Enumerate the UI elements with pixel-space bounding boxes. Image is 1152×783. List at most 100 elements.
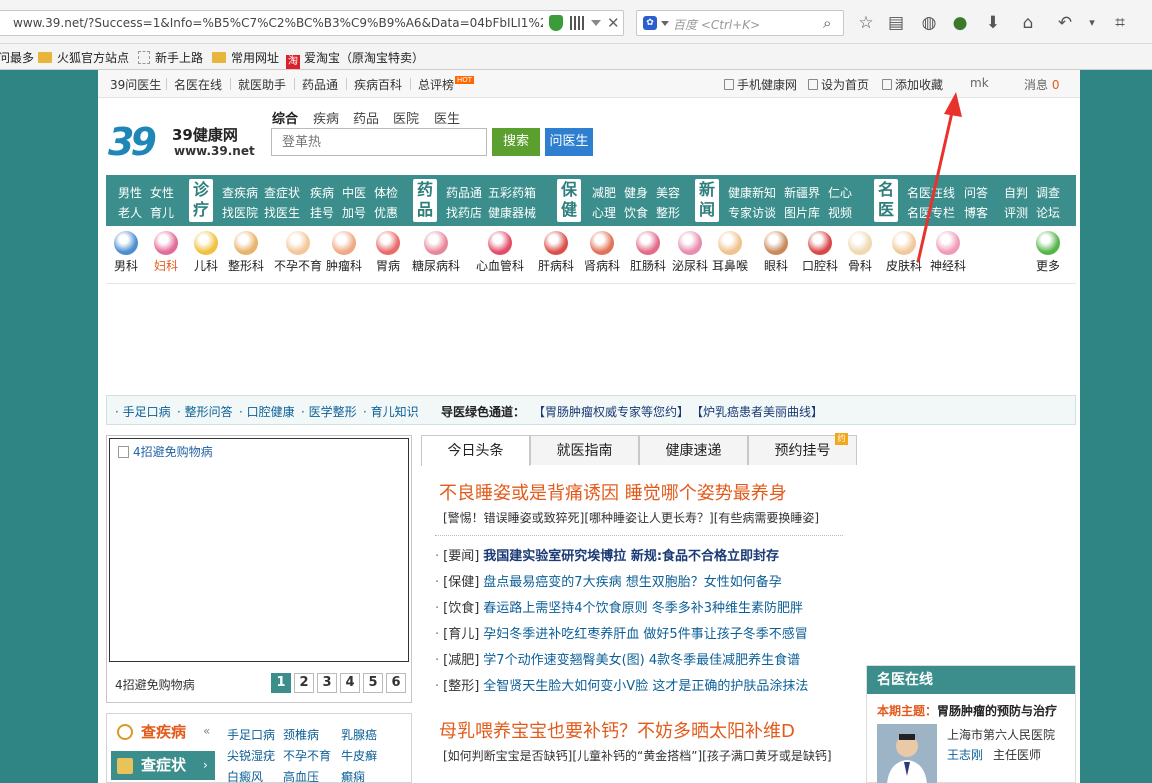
lookup-link[interactable]: 颈椎病 bbox=[283, 726, 319, 743]
browser-search-box[interactable]: ✿ 百度 <Ctrl+K> ⌕ bbox=[636, 10, 844, 36]
site-search-field[interactable] bbox=[271, 128, 487, 156]
set-homepage-link[interactable]: 设为首页 bbox=[808, 76, 869, 93]
news-item[interactable]: · [保健] 盘点最易癌变的7大疾病 想生双胞胎？女性如何备孕 bbox=[435, 571, 782, 590]
cat-link[interactable]: 调查 bbox=[1036, 184, 1060, 201]
department-6[interactable]: 肿瘤科 bbox=[324, 228, 364, 274]
featured-image[interactable]: 4招避免购物病 bbox=[109, 438, 409, 662]
featured-image-alt[interactable]: 4招避免购物病 bbox=[118, 443, 213, 460]
cat-link[interactable]: 健康新知 bbox=[728, 184, 776, 201]
department-3[interactable]: 儿科 bbox=[186, 228, 226, 274]
search-button[interactable]: 搜索 bbox=[492, 128, 540, 156]
cat-link[interactable]: 视频 bbox=[828, 204, 852, 221]
department-13[interactable]: 泌尿科 bbox=[670, 228, 710, 274]
notice-link[interactable]: · 医学整形 bbox=[301, 403, 357, 420]
department-20[interactable]: 更多 bbox=[1028, 228, 1068, 274]
headline[interactable]: 不良睡姿或是背痛诱因 睡觉哪个姿势最养身 bbox=[439, 479, 787, 505]
news-title[interactable]: 学7个动作速变翘臀美女(图) 4款冬季最佳减肥养生食谱 bbox=[483, 653, 800, 668]
page-button[interactable]: 3 bbox=[317, 673, 337, 693]
qr-code-icon[interactable] bbox=[570, 16, 584, 30]
page-button[interactable]: 5 bbox=[363, 673, 383, 693]
notice-link[interactable]: · 育儿知识 bbox=[363, 403, 419, 420]
topnav-link[interactable]: 就医助手 bbox=[238, 76, 286, 93]
topnav-link[interactable]: 药品通 bbox=[302, 76, 338, 93]
page-button[interactable]: 4 bbox=[340, 673, 360, 693]
lookup-link[interactable]: 不孕不育 bbox=[283, 747, 331, 764]
cat-link[interactable]: 仁心 bbox=[828, 184, 852, 201]
site-search-input[interactable] bbox=[272, 129, 486, 155]
cat-link[interactable]: 疾病 bbox=[310, 184, 334, 201]
chevron-down-icon[interactable] bbox=[591, 20, 601, 26]
promo-link[interactable]: 【炉乳癌患者美丽曲线】 bbox=[691, 403, 823, 420]
cat-link[interactable]: 博客 bbox=[964, 204, 988, 221]
cat-link[interactable]: 优惠 bbox=[374, 204, 398, 221]
news-item[interactable]: · [减肥] 学7个动作速变翘臀美女(图) 4款冬季最佳减肥养生食谱 bbox=[435, 649, 800, 668]
ask-doctor-button[interactable]: 问医生 bbox=[545, 128, 593, 156]
doctor-name[interactable]: 王志刚 bbox=[947, 746, 983, 763]
tab-hospital[interactable]: 医院 bbox=[393, 108, 419, 127]
cat-link[interactable]: 新疆界 bbox=[784, 184, 820, 201]
cat-link[interactable]: 图片库 bbox=[784, 204, 820, 221]
department-5[interactable]: 不孕不育 bbox=[270, 228, 326, 274]
search-icon[interactable]: ⌕ bbox=[823, 14, 831, 32]
bookmark-most-visited[interactable]: 问最多 bbox=[0, 49, 34, 66]
page-button[interactable]: 1 bbox=[271, 673, 291, 693]
cat-link[interactable]: 找药店 bbox=[446, 204, 482, 221]
chevron-down-icon[interactable] bbox=[661, 21, 669, 26]
chevron-right-icon[interactable]: › bbox=[203, 758, 208, 772]
news-tag[interactable]: [保健] bbox=[443, 575, 479, 590]
shield-icon[interactable] bbox=[549, 15, 563, 31]
lookup-link[interactable]: 高血压 bbox=[283, 768, 319, 783]
back-icon[interactable]: ↶ bbox=[1054, 12, 1076, 34]
cat-link[interactable]: 美容 bbox=[656, 184, 680, 201]
cat-link[interactable]: 体检 bbox=[374, 184, 398, 201]
tab-disease[interactable]: 疾病 bbox=[313, 108, 339, 127]
department-10[interactable]: 肝病科 bbox=[536, 228, 576, 274]
news-tag[interactable]: [育儿] bbox=[443, 627, 479, 642]
bookmark-getting-started[interactable]: 新手上路 bbox=[138, 49, 203, 66]
mobile-health-link[interactable]: 手机健康网 bbox=[724, 76, 797, 93]
close-icon[interactable]: ✕ bbox=[607, 14, 620, 32]
cat-link[interactable]: 名医在线 bbox=[907, 184, 955, 201]
cat-link[interactable]: 老人 bbox=[118, 204, 142, 221]
cat-link[interactable]: 饮食 bbox=[624, 204, 648, 221]
news-item[interactable]: · [饮食] 春运路上需坚持4个饮食原则 冬季多补3种维生素防肥胖 bbox=[435, 597, 803, 616]
cat-link[interactable]: 药品通 bbox=[446, 184, 482, 201]
department-1[interactable]: 男科 bbox=[106, 228, 146, 274]
news-tag[interactable]: [整形] bbox=[443, 679, 479, 694]
cat-link[interactable]: 问答 bbox=[964, 184, 988, 201]
department-9[interactable]: 心血管科 bbox=[472, 228, 528, 274]
cat-link[interactable]: 中医 bbox=[342, 184, 366, 201]
lookup-link[interactable]: 乳腺癌 bbox=[341, 726, 377, 743]
notice-link[interactable]: · 口腔健康 bbox=[239, 403, 295, 420]
cat-link[interactable]: 查疾病 bbox=[222, 184, 258, 201]
cat-link[interactable]: 减肥 bbox=[592, 184, 616, 201]
doctor-theme[interactable]: 本期主题：胃肠肿瘤的预防与治疗 bbox=[877, 702, 1057, 719]
cat-link[interactable]: 评测 bbox=[1004, 204, 1028, 221]
double-chevron-left-icon[interactable]: « bbox=[203, 724, 210, 738]
news-tag[interactable]: [要闻] bbox=[443, 549, 479, 564]
cat-link[interactable]: 健身 bbox=[624, 184, 648, 201]
cat-link[interactable]: 论坛 bbox=[1036, 204, 1060, 221]
news-title[interactable]: 春运路上需坚持4个饮食原则 冬季多补3种维生素防肥胖 bbox=[483, 601, 803, 616]
topnav-link[interactable]: 总评榜 HOT bbox=[418, 76, 475, 93]
news-title[interactable]: 孕妇冬季进补吃红枣养肝血 做好5件事让孩子冬季不感冒 bbox=[483, 627, 807, 642]
lookup-link[interactable]: 尖锐湿疣 bbox=[227, 747, 275, 764]
news-tag[interactable]: [减肥] bbox=[443, 653, 479, 668]
lookup-link[interactable]: 癫痫 bbox=[341, 768, 365, 783]
cat-link[interactable]: 找医生 bbox=[264, 204, 300, 221]
department-2[interactable]: 妇科 bbox=[146, 228, 186, 274]
menu-icon[interactable]: ▾ bbox=[1081, 12, 1103, 34]
topnav-link[interactable]: 39问医生 bbox=[110, 76, 161, 93]
tab-lookup-disease[interactable]: 查疾病 bbox=[111, 718, 215, 746]
cat-link[interactable]: 加号 bbox=[342, 204, 366, 221]
department-12[interactable]: 肛肠科 bbox=[628, 228, 668, 274]
cat-link[interactable]: 男性 bbox=[118, 184, 142, 201]
department-14[interactable]: 耳鼻喉 bbox=[710, 228, 750, 274]
headline[interactable]: 母乳喂养宝宝也要补钙？不妨多晒太阳补维D bbox=[439, 717, 795, 743]
department-15[interactable]: 眼科 bbox=[756, 228, 796, 274]
news-tag[interactable]: [饮食] bbox=[443, 601, 479, 616]
cat-link[interactable]: 挂号 bbox=[310, 204, 334, 221]
news-item[interactable]: · [要闻] 我国建实验室研究埃博拉 新规:食品不合格立即封存 bbox=[435, 545, 779, 564]
add-favorite-link[interactable]: 添加收藏 bbox=[882, 76, 943, 93]
tab-lookup-symptom[interactable]: 查症状 bbox=[111, 751, 215, 780]
